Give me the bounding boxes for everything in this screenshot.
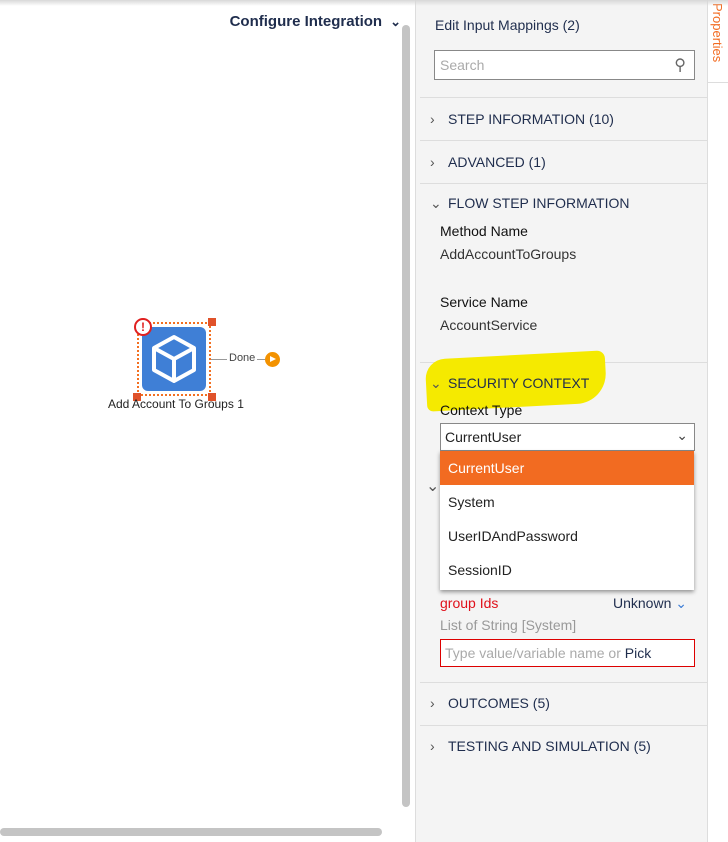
input-type: List of String [System]: [440, 617, 577, 633]
vertical-scrollbar[interactable]: [402, 25, 410, 807]
node-label: Add Account To Groups 1: [108, 397, 244, 411]
pick-link[interactable]: Pick: [625, 645, 651, 661]
flow-canvas[interactable]: Configure Integration ⌄ ! Add Account To …: [0, 0, 416, 842]
search-icon[interactable]: ⚲: [674, 55, 686, 75]
method-name-value: AddAccountToGroups: [440, 246, 577, 262]
connector-line: [257, 359, 265, 360]
method-name-label: Method Name: [440, 223, 528, 239]
chevron-right-icon: ›: [430, 111, 435, 127]
connector-line: [211, 359, 227, 360]
section-flow-step-information: ⌄ FLOW STEP INFORMATION Method Name AddAc…: [420, 183, 708, 362]
section-advanced[interactable]: › ADVANCED (1): [420, 140, 708, 183]
horizontal-scrollbar[interactable]: [0, 828, 382, 836]
panel-title: Edit Input Mappings (2): [435, 17, 580, 33]
search-input[interactable]: Search ⚲: [434, 50, 695, 80]
flow-step-header[interactable]: ⌄ FLOW STEP INFORMATION: [430, 195, 630, 212]
section-step-information[interactable]: › STEP INFORMATION (10): [420, 97, 708, 140]
chevron-down-icon: ⌄: [390, 14, 401, 29]
properties-panel: Edit Input Mappings (2) Search ⚲ › STEP IN…: [416, 0, 708, 842]
option-userid-and-password[interactable]: UserIDAndPassword: [440, 519, 694, 553]
service-name-value: AccountService: [440, 317, 538, 333]
play-icon[interactable]: [265, 352, 280, 367]
chevron-right-icon: ›: [430, 738, 435, 754]
section-outcomes[interactable]: › OUTCOMES (5): [420, 682, 708, 725]
cube-icon: [142, 327, 206, 391]
chevron-down-icon: ⌄: [430, 375, 442, 391]
input-name: group Ids: [440, 595, 499, 611]
chevron-right-icon: ›: [430, 154, 435, 170]
resize-handle[interactable]: [208, 318, 216, 326]
chevron-down-icon: ⌄: [676, 427, 688, 443]
context-type-select[interactable]: CurrentUser ⌄: [440, 423, 695, 451]
option-system[interactable]: System: [440, 485, 694, 519]
top-shadow: [0, 0, 728, 6]
security-context-header[interactable]: ⌄ SECURITY CONTEXT: [430, 375, 589, 392]
outcome-label: Done: [229, 352, 256, 364]
section-testing-simulation[interactable]: › TESTING AND SIMULATION (5): [420, 725, 708, 768]
context-type-dropdown: CurrentUser System UserIDAndPassword Ses…: [440, 451, 694, 590]
configure-integration-menu[interactable]: Configure Integration ⌄: [230, 13, 401, 30]
service-name-label: Service Name: [440, 294, 528, 310]
option-current-user[interactable]: CurrentUser: [440, 451, 694, 485]
chevron-down-icon: ⌄: [430, 195, 442, 211]
chevron-right-icon: ›: [430, 695, 435, 711]
properties-tab[interactable]: Properties: [708, 0, 728, 83]
warning-icon[interactable]: !: [134, 318, 152, 336]
option-session-id[interactable]: SessionID: [440, 553, 694, 587]
group-ids-input[interactable]: Type value/variable name or Pick: [440, 639, 695, 667]
chevron-down-icon: ⌄: [675, 595, 687, 611]
type-selector[interactable]: Unknown ⌄: [613, 595, 687, 612]
chevron-down-icon: ⌄: [426, 478, 440, 495]
context-type-label: Context Type: [440, 402, 523, 418]
